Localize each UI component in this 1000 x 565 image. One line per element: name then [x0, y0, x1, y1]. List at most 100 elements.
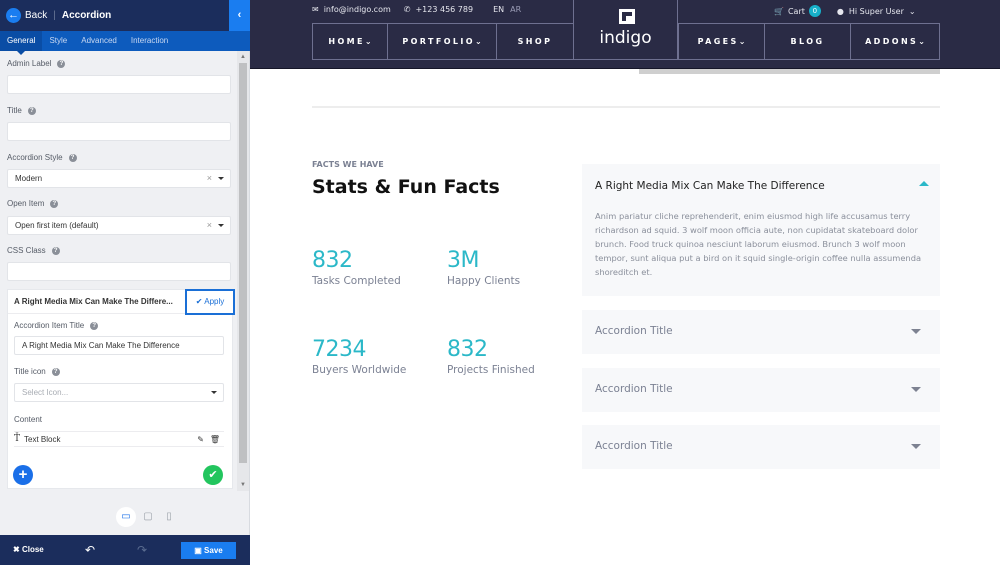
undo-icon[interactable]: ↶ — [85, 535, 95, 565]
envelope-icon: ✉ — [312, 5, 319, 14]
title-input[interactable] — [7, 122, 231, 141]
caret-up-icon — [919, 181, 929, 186]
accordion-item-header[interactable]: A Right Media Mix Can Make The Differe..… — [8, 289, 235, 315]
stat-number: 3M — [447, 248, 479, 273]
accordion-style-select[interactable]: Modern × — [7, 169, 231, 188]
logo-text: indigo — [599, 28, 652, 48]
section-divider — [312, 106, 940, 108]
collapse-panel-button[interactable]: ‹ — [229, 0, 250, 31]
nav-blog[interactable]: BLOG — [765, 24, 851, 59]
cart-count-badge: 0 — [808, 5, 821, 17]
chevron-down-icon: ⌄ — [738, 37, 746, 46]
close-button[interactable]: ✖ Close — [13, 535, 44, 565]
accordion-item[interactable]: Accordion Title — [582, 310, 940, 354]
help-icon[interactable]: ? — [57, 59, 66, 68]
add-item-button[interactable]: + — [13, 465, 33, 485]
accordion-item[interactable]: Accordion Title — [582, 368, 940, 412]
stat-item: 832 Tasks Completed — [312, 248, 401, 287]
header-separator: | — [53, 10, 56, 21]
chevron-down-icon: ⌄ — [908, 6, 916, 16]
nav-pages[interactable]: PAGES ⌄ — [679, 24, 765, 59]
stat-number: 832 — [447, 337, 488, 362]
css-class-label: CSS Class ? — [7, 246, 60, 255]
clear-icon[interactable]: × — [207, 217, 212, 234]
help-icon[interactable]: ? — [50, 199, 59, 208]
help-icon[interactable]: ? — [68, 153, 77, 162]
css-class-input[interactable] — [7, 262, 231, 281]
phone-link[interactable]: +123 456 789 — [415, 5, 473, 14]
accordion-item[interactable]: Accordion Title — [582, 425, 940, 469]
item-title-label: Accordion Item Title ? — [14, 321, 99, 330]
apply-button[interactable]: ✔ Apply — [185, 289, 235, 315]
content-label: Content — [14, 415, 43, 424]
tab-advanced[interactable]: Advanced — [74, 31, 124, 51]
tablet-icon[interactable]: ▢ — [138, 507, 158, 527]
help-icon[interactable]: ? — [51, 367, 60, 376]
panel-scrollbar[interactable]: ▲ ▼ — [237, 51, 249, 491]
save-button[interactable]: ▣ Save — [181, 542, 236, 559]
text-block-icon: Ť — [14, 434, 21, 444]
back-label: Back — [25, 10, 48, 21]
tab-style[interactable]: Style — [42, 31, 74, 51]
nav-shop[interactable]: SHOP — [497, 24, 573, 59]
help-icon[interactable]: ? — [51, 246, 60, 255]
nav-blog-label: BLOG — [790, 37, 825, 46]
caret-down-icon — [911, 329, 921, 334]
user-menu[interactable]: Hi Super User — [849, 7, 904, 16]
stat-label: Projects Finished — [447, 364, 535, 376]
stat-label: Tasks Completed — [312, 275, 401, 287]
title-icon-label: Title icon ? — [14, 367, 60, 376]
header-dropdown-shadow — [639, 69, 940, 74]
stat-label: Buyers Worldwide — [312, 364, 407, 376]
site-logo[interactable]: indigo — [573, 0, 678, 60]
nav-addons[interactable]: ADDONS ⌄ — [851, 24, 939, 59]
section-eyebrow: FACTS WE HAVE — [312, 160, 384, 169]
stat-item: 7234 Buyers Worldwide — [312, 337, 406, 376]
open-item-select[interactable]: Open first item (default) × — [7, 216, 231, 235]
clear-icon[interactable]: × — [207, 170, 212, 187]
nav-home[interactable]: HOME ⌄ — [313, 24, 388, 59]
scrollbar-thumb[interactable] — [239, 63, 247, 463]
desktop-icon[interactable]: ▭ — [116, 507, 136, 527]
arrow-left-icon: ← — [6, 8, 21, 23]
email-link[interactable]: info@indigo.com — [324, 5, 391, 14]
lang-ar-link[interactable]: AR — [510, 5, 521, 14]
caret-down-icon — [911, 444, 921, 449]
stat-label: Happy Clients — [447, 275, 521, 287]
check-icon: ✔ — [208, 469, 218, 481]
content-text-block-row[interactable]: Ť Text Block ✎ 🗑 — [14, 431, 224, 447]
caret-down-icon — [218, 224, 224, 227]
item-title-input[interactable]: A Right Media Mix Can Make The Differenc… — [14, 336, 224, 355]
site-header: ✉ info@indigo.com ✆ +123 456 789 EN AR 🛒… — [250, 0, 1000, 69]
cart-link[interactable]: Cart — [788, 7, 805, 16]
tab-general[interactable]: General — [0, 31, 43, 55]
panel-footer: ✖ Close ↶ ↷ ▣ Save — [0, 535, 250, 565]
nav-home-label: HOME — [328, 37, 365, 46]
tab-interaction[interactable]: Interaction — [124, 31, 175, 51]
contact-bar: ✉ info@indigo.com ✆ +123 456 789 EN AR — [312, 5, 521, 14]
back-button[interactable]: ← Back — [6, 8, 47, 23]
admin-label-input[interactable] — [7, 75, 231, 94]
main-nav-right: PAGES ⌄ BLOG ADDONS ⌄ — [678, 23, 940, 60]
lang-en-link[interactable]: EN — [493, 5, 504, 14]
trash-icon[interactable]: 🗑 — [210, 435, 220, 444]
confirm-button[interactable]: ✔ — [203, 465, 223, 485]
edit-icon[interactable]: ✎ — [197, 435, 204, 444]
floppy-icon: ▣ — [194, 546, 202, 555]
mobile-icon[interactable]: ▯ — [159, 507, 179, 527]
chevron-down-icon: ⌄ — [364, 37, 372, 46]
title-label: Title ? — [7, 106, 36, 115]
title-icon-select[interactable]: Select Icon... — [14, 383, 224, 402]
accordion-item-open[interactable]: A Right Media Mix Can Make The Differenc… — [582, 164, 940, 296]
stat-number: 832 — [312, 248, 353, 273]
open-item-value: Open first item (default) — [15, 221, 99, 230]
section-title: Stats & Fun Facts — [312, 176, 500, 198]
panel-title: Accordion — [61, 10, 112, 21]
editor-tabs: General Style Advanced Interaction — [0, 31, 250, 55]
scroll-up-icon[interactable]: ▲ — [237, 52, 249, 62]
help-icon[interactable]: ? — [90, 321, 99, 330]
nav-portfolio[interactable]: PORTFOLIO ⌄ — [388, 24, 497, 59]
help-icon[interactable]: ? — [27, 106, 36, 115]
scroll-down-icon[interactable]: ▼ — [237, 480, 249, 490]
redo-icon[interactable]: ↷ — [137, 535, 147, 565]
